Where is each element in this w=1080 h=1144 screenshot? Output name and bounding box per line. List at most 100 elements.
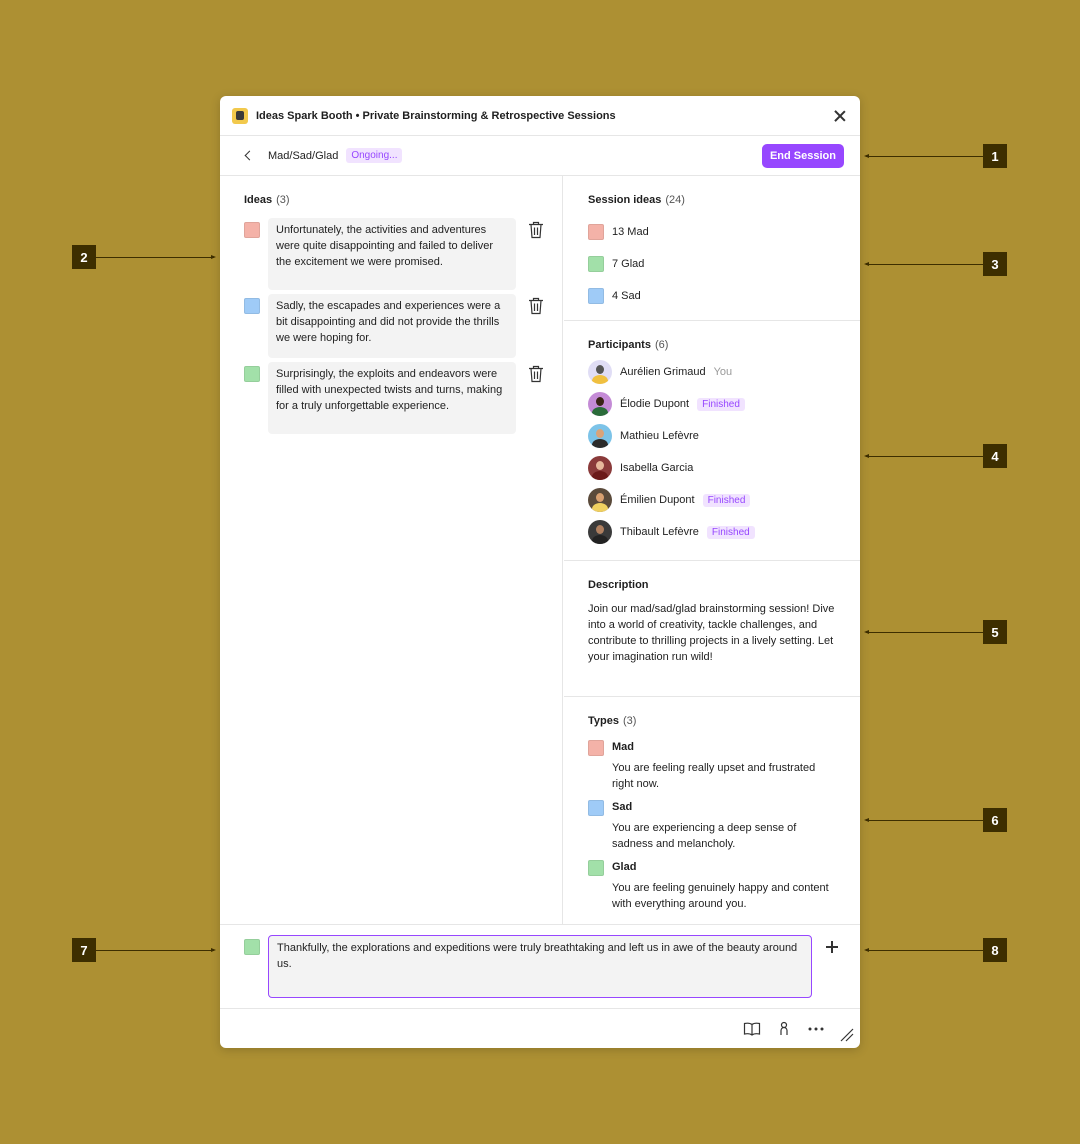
tally-label: 13 Mad	[612, 226, 649, 238]
participant-row[interactable]: Élodie Dupont Finished	[588, 392, 745, 416]
trash-icon[interactable]	[528, 221, 544, 239]
participants-section: Participants (6) Aurélien Grimaud You Élo…	[564, 321, 860, 561]
participant-name: Aurélien Grimaud	[620, 366, 706, 378]
footer-bar	[220, 1008, 860, 1048]
composer-type-swatch[interactable]	[244, 939, 260, 955]
person-icon[interactable]	[775, 1021, 793, 1037]
new-idea-input[interactable]: Thankfully, the explorations and expedit…	[268, 935, 812, 998]
app-logo-icon	[232, 107, 248, 124]
type-description: You are feeling really upset and frustra…	[612, 762, 816, 790]
idea-composer: Thankfully, the explorations and expedit…	[220, 924, 860, 1008]
glad-swatch	[588, 860, 604, 876]
annotation-marker-6: 6	[983, 808, 1007, 832]
participant-row[interactable]: Mathieu Lefèvre	[588, 424, 699, 448]
finished-badge: Finished	[697, 397, 745, 411]
participant-name: Élodie Dupont	[620, 398, 690, 410]
idea-text[interactable]: Sadly, the escapades and experiences wer…	[268, 294, 516, 358]
participants-count: (6)	[654, 339, 669, 351]
participant-row[interactable]: Thibault Lefèvre Finished	[588, 520, 755, 544]
participant-row[interactable]: Aurélien Grimaud You	[588, 360, 732, 384]
annotation-line-3	[864, 262, 983, 266]
trash-icon[interactable]	[528, 297, 544, 315]
sad-swatch	[588, 800, 604, 816]
ideas-heading: Ideas (3)	[244, 194, 290, 206]
avatar	[588, 520, 612, 544]
participant-name: Thibault Lefèvre	[620, 526, 699, 538]
idea-text[interactable]: Unfortunately, the activities and advent…	[268, 218, 516, 290]
session-ideas-section: Session ideas (24) 13 Mad 7 Glad 4 Sad	[564, 176, 860, 321]
idea-type-swatch[interactable]	[244, 366, 260, 382]
status-badge: Ongoing...	[346, 148, 403, 163]
idea-type-swatch[interactable]	[244, 298, 260, 314]
add-idea-icon[interactable]	[824, 939, 840, 955]
idea-text[interactable]: Surprisingly, the exploits and endeavors…	[268, 362, 516, 434]
annotation-marker-2: 2	[72, 245, 96, 269]
idea-type-swatch[interactable]	[244, 222, 260, 238]
annotation-line-5	[864, 630, 983, 634]
session-idea-tally: 7 Glad	[588, 256, 644, 272]
ideas-heading-label: Ideas	[244, 194, 273, 206]
annotation-marker-1: 1	[983, 144, 1007, 168]
sad-swatch	[588, 288, 604, 304]
mad-swatch	[588, 740, 604, 756]
resize-grip-icon[interactable]	[840, 1028, 854, 1042]
annotation-line-4	[864, 454, 983, 458]
participant-name: Mathieu Lefèvre	[620, 430, 699, 442]
finished-badge: Finished	[702, 493, 751, 507]
types-count: (3)	[622, 715, 637, 727]
session-idea-tally: 13 Mad	[588, 224, 649, 240]
annotation-line-2	[96, 255, 216, 259]
session-details-panel: Session ideas (24) 13 Mad 7 Glad 4 Sad Pa…	[564, 176, 860, 924]
ideas-count: (3)	[276, 194, 290, 206]
plugin-window: Ideas Spark Booth • Private Brainstormin…	[220, 96, 860, 1048]
close-icon[interactable]	[832, 108, 848, 124]
annotation-line-1	[864, 154, 983, 158]
type-name: Mad	[612, 741, 634, 753]
tally-label: 4 Sad	[612, 290, 641, 302]
avatar	[588, 424, 612, 448]
annotation-marker-3: 3	[983, 252, 1007, 276]
types-heading: Types (3)	[588, 715, 636, 727]
session-ideas-heading: Session ideas (24)	[588, 194, 685, 206]
participant-row[interactable]: Isabella Garcia	[588, 456, 693, 480]
description-text: Join our mad/sad/glad brainstorming sess…	[588, 603, 835, 663]
participants-heading-label: Participants	[588, 339, 651, 351]
participant-name: Émilien Dupont	[620, 494, 695, 506]
participant-name: Isabella Garcia	[620, 462, 694, 474]
types-section: Types (3) Mad You are feeling really upse…	[564, 697, 860, 924]
description-heading: Description	[588, 579, 649, 591]
session-toolbar: Mad/Sad/Glad Ongoing... End Session	[220, 136, 860, 176]
annotation-marker-4: 4	[983, 444, 1007, 468]
session-idea-tally: 4 Sad	[588, 288, 641, 304]
type-name: Glad	[612, 861, 637, 873]
annotation-marker-5: 5	[983, 620, 1007, 644]
idea-item: Unfortunately, the activities and advent…	[244, 218, 554, 290]
idea-item: Sadly, the escapades and experiences wer…	[244, 294, 554, 358]
type-description: You are experiencing a deep sense of sad…	[612, 822, 797, 850]
type-item: Sad You are experiencing a deep sense of…	[588, 800, 838, 850]
trash-icon[interactable]	[528, 365, 544, 383]
type-description: You are feeling genuinely happy and cont…	[612, 882, 829, 910]
type-item: Glad You are feeling genuinely happy and…	[588, 860, 838, 910]
type-name: Sad	[612, 801, 633, 813]
end-session-button[interactable]: End Session	[761, 143, 844, 168]
avatar	[588, 360, 612, 384]
annotation-marker-7: 7	[72, 938, 96, 962]
annotation-marker-8: 8	[983, 938, 1007, 962]
avatar	[588, 456, 612, 480]
participant-row[interactable]: Émilien Dupont Finished	[588, 488, 751, 512]
title-bar: Ideas Spark Booth • Private Brainstormin…	[220, 96, 860, 136]
back-arrow-icon[interactable]	[240, 148, 256, 164]
type-item: Mad You are feeling really upset and fru…	[588, 740, 838, 790]
annotation-line-8	[864, 948, 983, 952]
glad-swatch	[588, 256, 604, 272]
session-ideas-heading-label: Session ideas	[588, 194, 662, 206]
book-icon[interactable]	[743, 1021, 761, 1037]
participants-heading: Participants (6)	[588, 339, 668, 351]
session-ideas-count: (24)	[665, 194, 685, 206]
types-heading-label: Types	[588, 715, 619, 727]
finished-badge: Finished	[706, 525, 755, 539]
breadcrumb: Mad/Sad/Glad	[268, 149, 339, 162]
description-section: Description Join our mad/sad/glad brains…	[564, 561, 860, 697]
more-icon[interactable]	[807, 1021, 825, 1037]
